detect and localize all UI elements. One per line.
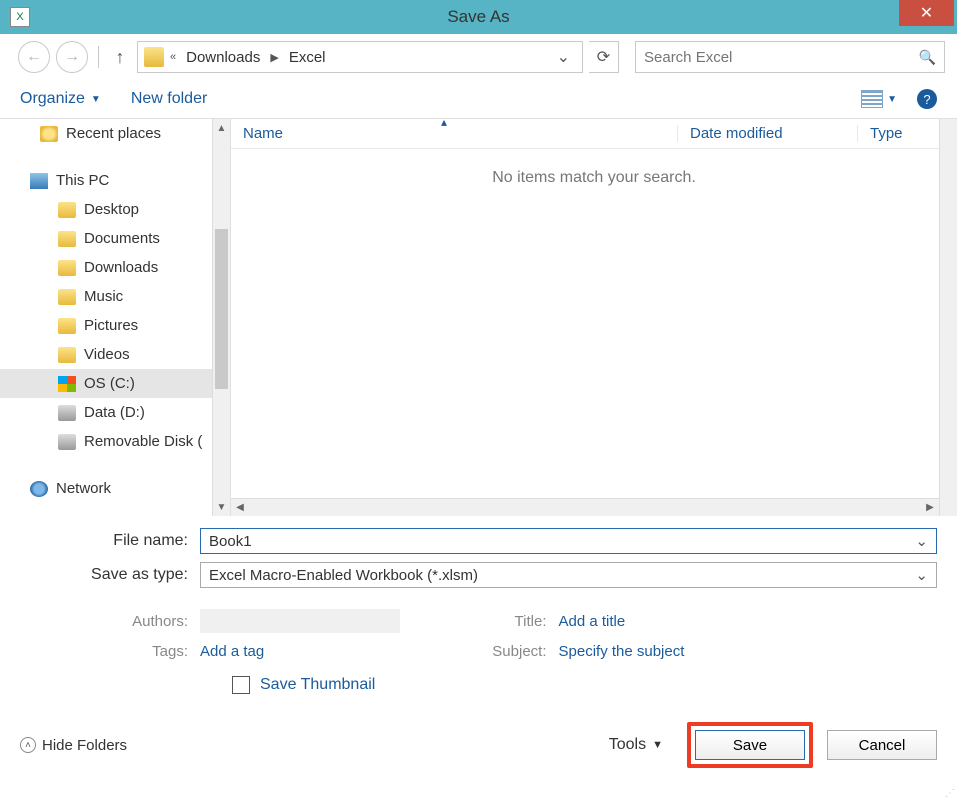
help-button[interactable]: ? [917,89,937,109]
sidebar-documents[interactable]: Documents [0,224,230,253]
pc-icon [30,173,48,189]
breadcrumb-dropdown[interactable]: ⌄ [551,47,576,67]
sidebar-os-c[interactable]: OS (C:) [0,369,230,398]
chevron-down-icon[interactable]: ⌄ [915,532,928,550]
search-box[interactable]: 🔍 [635,41,945,73]
search-input[interactable] [644,49,919,66]
tags-label: Tags: [20,643,200,660]
sort-indicator-icon: ▴ [441,115,447,129]
footer: ˄Hide Folders Tools▼ Save Cancel [0,714,957,784]
drive-icon [58,405,76,421]
drive-icon [58,434,76,450]
nav-bar: ← → ↑ « Downloads ▶ Excel ⌄ ⟳ 🔍 [0,34,957,80]
folder-icon [58,347,76,363]
save-form: File name: Book1⌄ Save as type: Excel Ma… [0,516,957,602]
scroll-up-icon[interactable]: ▲ [213,119,230,137]
folder-icon [58,289,76,305]
authors-label: Authors: [20,613,200,630]
sidebar: Recent places This PC Desktop Documents … [0,119,230,516]
save-highlight: Save [687,722,813,768]
overflow-chevron[interactable]: « [170,51,176,63]
refresh-button[interactable]: ⟳ [589,41,619,73]
folder-icon [58,260,76,276]
sidebar-this-pc[interactable]: This PC [0,166,230,195]
filetype-select[interactable]: Excel Macro-Enabled Workbook (*.xlsm)⌄ [200,562,937,588]
title-label: Title: [479,613,559,630]
chevron-down-icon[interactable]: ⌄ [915,566,928,584]
organize-menu[interactable]: Organize▼ [20,90,101,108]
title-bar: X Save As ✕ [0,0,957,34]
save-thumbnail-label[interactable]: Save Thumbnail [260,676,375,694]
breadcrumb[interactable]: « Downloads ▶ Excel ⌄ [137,41,583,73]
tags-field[interactable]: Add a tag [200,643,264,660]
back-button[interactable]: ← [18,41,50,73]
column-name[interactable]: Name [231,125,677,142]
sidebar-music[interactable]: Music [0,282,230,311]
subject-field[interactable]: Specify the subject [559,643,685,660]
filename-input[interactable]: Book1⌄ [200,528,937,554]
sidebar-network[interactable]: Network [0,474,230,503]
sidebar-data-d[interactable]: Data (D:) [0,398,230,427]
list-view-icon [861,90,883,108]
chevron-right-icon: ▶ [270,51,278,64]
column-headers: ▴ Name Date modified Type [231,119,957,149]
sidebar-pictures[interactable]: Pictures [0,311,230,340]
authors-field[interactable] [200,609,400,633]
close-button[interactable]: ✕ [899,0,954,26]
search-icon[interactable]: 🔍 [919,49,936,66]
folder-icon [58,202,76,218]
breadcrumb-downloads[interactable]: Downloads [182,49,264,66]
chevron-up-icon: ˄ [20,737,36,753]
view-button[interactable]: ▼ [861,90,897,108]
cancel-button[interactable]: Cancel [827,730,937,760]
resize-grip[interactable]: ⋰ [945,788,953,799]
tools-menu[interactable]: Tools▼ [609,736,663,754]
empty-message: No items match your search. [231,149,957,187]
scroll-right-icon[interactable]: ▶ [921,499,939,516]
folder-icon [58,318,76,334]
windows-icon [58,376,76,392]
folder-icon [58,231,76,247]
horizontal-scrollbar[interactable]: ◀ ▶ [231,498,939,516]
sidebar-removable[interactable]: Removable Disk ( [0,427,230,456]
column-date[interactable]: Date modified [677,125,857,142]
file-list-pane: ▴ Name Date modified Type No items match… [230,119,957,516]
breadcrumb-excel[interactable]: Excel [285,49,330,66]
scroll-left-icon[interactable]: ◀ [231,499,249,516]
sidebar-videos[interactable]: Videos [0,340,230,369]
save-button[interactable]: Save [695,730,805,760]
subject-label: Subject: [479,643,559,660]
app-icon: X [10,7,30,27]
scroll-thumb[interactable] [215,229,228,389]
sidebar-desktop[interactable]: Desktop [0,195,230,224]
filelist-vscroll[interactable] [939,119,957,516]
hide-folders-button[interactable]: ˄Hide Folders [20,737,127,754]
sidebar-recent[interactable]: Recent places [0,119,230,148]
recent-icon [40,126,58,142]
filetype-label: Save as type: [20,566,200,584]
save-thumbnail-checkbox[interactable] [232,676,250,694]
divider [98,46,99,68]
window-title: Save As [447,7,509,27]
sidebar-scrollbar[interactable]: ▲ ▼ [212,119,230,516]
metadata: Authors: Tags:Add a tag Title:Add a titl… [0,602,957,666]
up-button[interactable]: ↑ [109,47,131,68]
folder-icon [144,47,164,67]
title-field[interactable]: Add a title [559,613,626,630]
new-folder-button[interactable]: New folder [131,90,207,108]
filename-label: File name: [20,532,200,550]
scroll-down-icon[interactable]: ▼ [213,498,230,516]
toolbar: Organize▼ New folder ▼ ? [0,80,957,118]
sidebar-downloads[interactable]: Downloads [0,253,230,282]
forward-button[interactable]: → [56,41,88,73]
network-icon [30,481,48,497]
